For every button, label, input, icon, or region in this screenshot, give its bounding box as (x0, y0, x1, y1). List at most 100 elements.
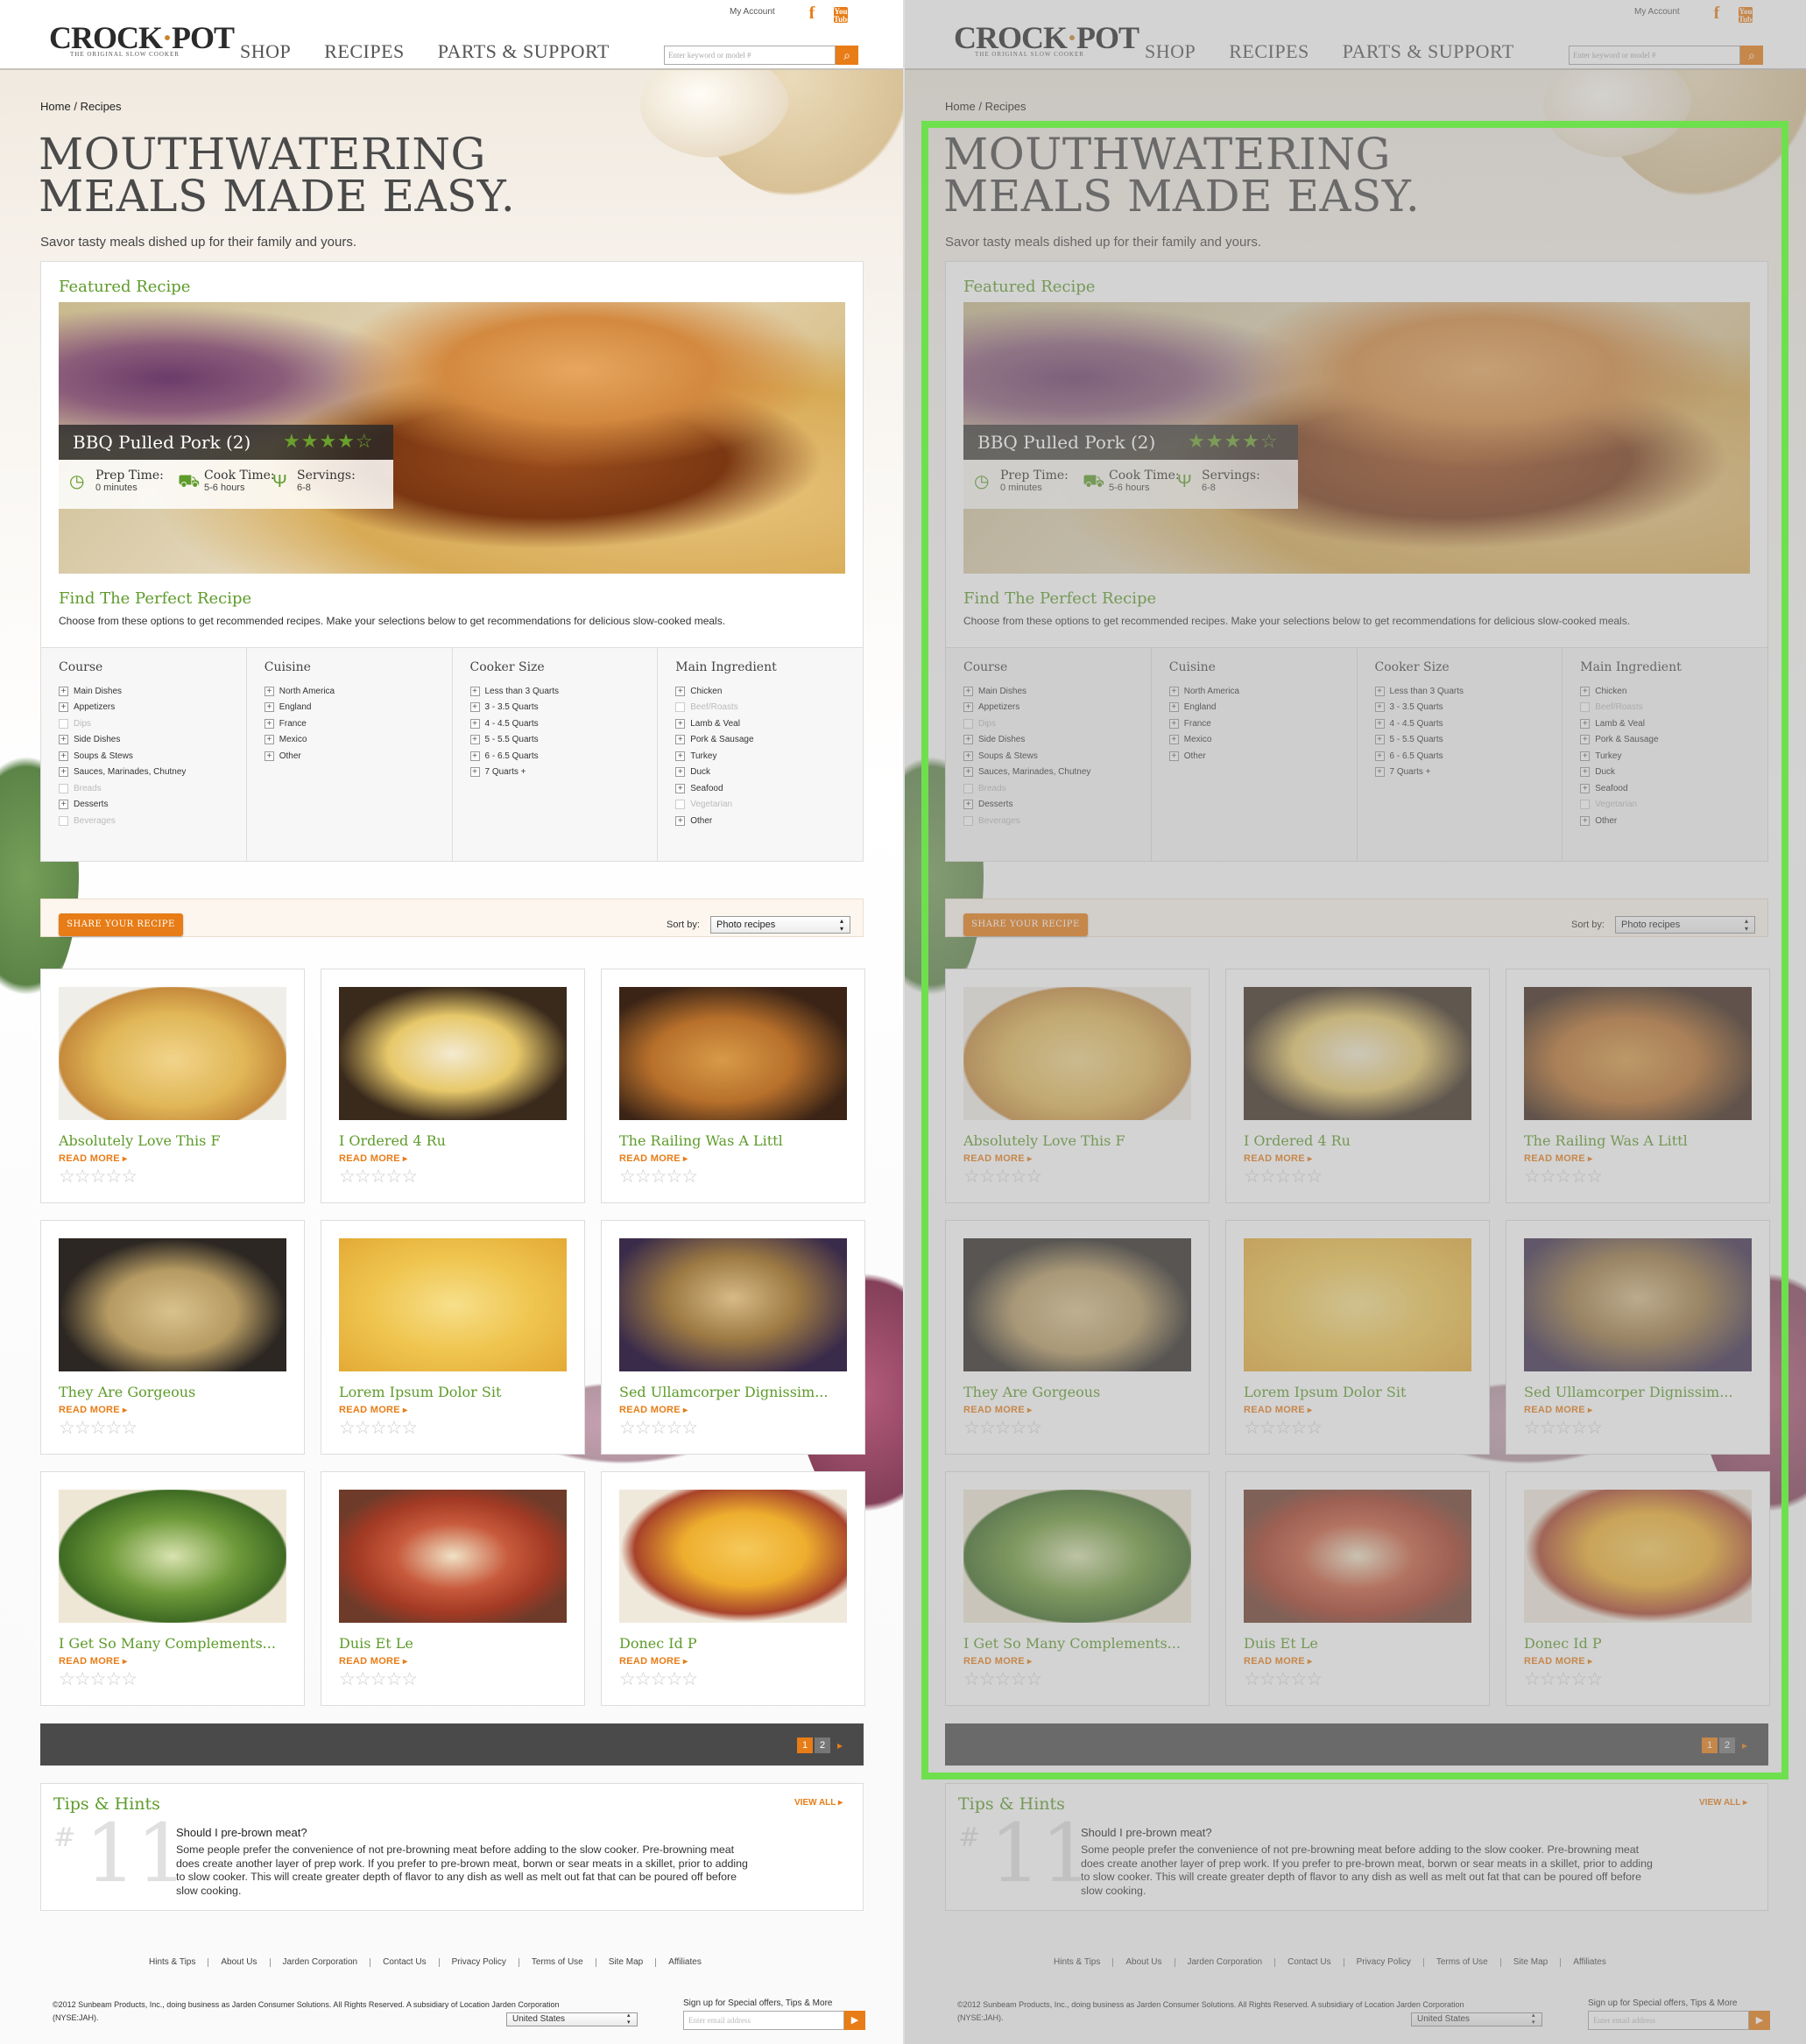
filter-option-4-4-5-quarts[interactable]: +4 - 4.5 Quarts (469, 715, 640, 732)
recipe-rating[interactable]: ☆☆☆☆☆ (339, 1166, 418, 1188)
sort-select[interactable]: Photo recipes (1615, 916, 1755, 934)
recipe-card[interactable]: Duis Et Le READ MORE☆☆☆☆☆ (321, 1471, 585, 1706)
featured-recipe-image[interactable]: BBQ Pulled Pork (2) ★★★★☆ ◷ Prep Time: 0 … (59, 302, 845, 574)
recipe-card[interactable]: I Ordered 4 Ru READ MORE ☆☆☆☆☆ (1225, 969, 1490, 1203)
featured-recipe-name[interactable]: BBQ Pulled Pork (2) (977, 432, 1155, 453)
recipe-title[interactable]: Duis Et Le (339, 1635, 568, 1652)
tips-view-all-link[interactable]: VIEW ALL (794, 1798, 843, 1808)
recipe-card[interactable]: Absolutely Love This F READ MORE ☆☆☆☆☆ (40, 969, 305, 1203)
recipe-image[interactable] (1244, 1238, 1471, 1371)
recipe-rating[interactable]: ☆☆☆☆☆ (59, 1417, 138, 1439)
recipe-rating[interactable]: ☆☆☆☆☆ (619, 1166, 698, 1188)
recipe-image[interactable] (963, 1490, 1191, 1623)
recipe-title[interactable]: I Ordered 4 Ru (1244, 1132, 1473, 1149)
filter-option-5-5-5-quarts[interactable]: +5 - 5.5 Quarts (469, 732, 640, 749)
filter-option-soups-stews[interactable]: + Soups & Stews (963, 748, 1133, 765)
footer-link-privacy-policy[interactable]: Privacy Policy (1344, 1958, 1424, 1967)
recipe-image[interactable] (1244, 987, 1471, 1120)
recipe-rating[interactable]: ☆☆☆☆☆ (619, 1668, 698, 1690)
breadcrumb-home[interactable]: Home (40, 100, 71, 113)
recipe-title[interactable]: They Are Gorgeous (59, 1384, 288, 1400)
recipe-title[interactable]: I Get So Many Complements... (59, 1635, 288, 1652)
read-more-link[interactable]: READ MORE (1524, 1153, 1592, 1164)
recipe-rating[interactable]: ☆☆☆☆☆ (963, 1417, 1042, 1439)
filter-option-turkey[interactable]: + Turkey (1580, 748, 1750, 765)
footer-link-terms-of-use[interactable]: Terms of Use (1424, 1958, 1501, 1967)
read-more-link[interactable]: READ MORE (1244, 1153, 1312, 1164)
country-select[interactable]: United States (506, 2012, 638, 2026)
featured-recipe-name[interactable]: BBQ Pulled Pork (2) (73, 432, 250, 453)
email-signup-input[interactable]: Enter email address (683, 2011, 844, 2030)
filter-option-3-3-5-quarts[interactable]: +3 - 3.5 Quarts (1374, 700, 1545, 716)
recipe-image[interactable] (59, 987, 286, 1120)
recipe-card[interactable]: They Are Gorgeous READ MORE ☆☆☆☆☆ (945, 1220, 1210, 1455)
recipe-card[interactable]: Lorem Ipsum Dolor Sit READ MORE ☆☆☆☆☆ (321, 1220, 585, 1455)
featured-recipe-image[interactable]: BBQ Pulled Pork (2) ★★★★☆ ◷ Prep Time: 0 … (963, 302, 1750, 574)
filter-option-sauces-marinades-chutney[interactable]: + Sauces, Marinades, Chutney (59, 765, 229, 781)
recipe-image[interactable] (1244, 1490, 1471, 1623)
email-signup-button[interactable]: ▶ (1749, 2011, 1770, 2030)
filter-option-side-dishes[interactable]: + Side Dishes (963, 732, 1133, 749)
email-signup-button[interactable]: ▶ (844, 2011, 865, 2030)
recipe-image[interactable] (619, 987, 847, 1120)
filter-option-5-5-5-quarts[interactable]: +5 - 5.5 Quarts (1374, 732, 1545, 749)
page-2-button[interactable]: 2 (815, 1737, 830, 1753)
filter-option-main-dishes[interactable]: + Main Dishes (963, 683, 1133, 700)
filter-option-3-3-5-quarts[interactable]: +3 - 3.5 Quarts (469, 700, 640, 716)
search-input[interactable]: Enter keyword or model # (1569, 46, 1740, 65)
read-more-link[interactable]: READ MORE (619, 1405, 688, 1415)
read-more-link[interactable]: READ MORE (59, 1656, 127, 1667)
filter-option-6-6-5-quarts[interactable]: +6 - 6.5 Quarts (1374, 748, 1545, 765)
filter-option-other[interactable]: + Other (1580, 813, 1750, 829)
recipe-card[interactable]: Donec Id P READ MORE☆☆☆☆☆ (601, 1471, 865, 1706)
footer-link-affiliates[interactable]: Affiliates (656, 1958, 714, 1967)
my-account-link[interactable]: My Account (730, 7, 775, 17)
filter-option-duck[interactable]: + Duck (1580, 765, 1750, 781)
filter-option-france[interactable]: + France (1168, 715, 1339, 732)
filter-option-lamb-veal[interactable]: + Lamb & Veal (675, 715, 845, 732)
breadcrumb-home[interactable]: Home (945, 100, 976, 113)
youtube-icon[interactable]: You Tube (834, 7, 850, 24)
recipe-rating[interactable]: ☆☆☆☆☆ (339, 1668, 418, 1690)
recipe-title[interactable]: Duis Et Le (1244, 1635, 1473, 1652)
recipe-card[interactable]: The Railing Was A Littl READ MORE ☆☆☆☆☆ (601, 969, 865, 1203)
recipe-rating[interactable]: ☆☆☆☆☆ (1524, 1668, 1603, 1690)
recipe-card[interactable]: I Get So Many Complements... READ MORE☆☆☆… (40, 1471, 305, 1706)
nav-recipes[interactable]: RECIPES (324, 40, 405, 63)
recipe-title[interactable]: They Are Gorgeous (963, 1384, 1193, 1400)
filter-option-other[interactable]: + Other (675, 813, 845, 829)
read-more-link[interactable]: READ MORE (339, 1153, 407, 1164)
page-1-button[interactable]: 1 (797, 1737, 813, 1753)
recipe-card[interactable]: The Railing Was A Littl READ MORE ☆☆☆☆☆ (1506, 969, 1770, 1203)
recipe-rating[interactable]: ☆☆☆☆☆ (619, 1417, 698, 1439)
nav-shop[interactable]: SHOP (1145, 40, 1196, 63)
footer-link-about-us[interactable]: About Us (1113, 1958, 1175, 1967)
filter-option-france[interactable]: + France (264, 715, 434, 732)
page-2-button[interactable]: 2 (1719, 1737, 1735, 1753)
filter-option-seafood[interactable]: + Seafood (1580, 780, 1750, 797)
filter-option-chicken[interactable]: + Chicken (675, 683, 845, 700)
filter-option-turkey[interactable]: + Turkey (675, 748, 845, 765)
recipe-card[interactable]: I Get So Many Complements... READ MORE☆☆☆… (945, 1471, 1210, 1706)
page-1-button[interactable]: 1 (1702, 1737, 1718, 1753)
filter-option-side-dishes[interactable]: + Side Dishes (59, 732, 229, 749)
filter-option-main-dishes[interactable]: + Main Dishes (59, 683, 229, 700)
filter-option-england[interactable]: + England (1168, 700, 1339, 716)
filter-option-7-quarts[interactable]: +7 Quarts + (469, 765, 640, 781)
recipe-image[interactable] (619, 1490, 847, 1623)
recipe-card[interactable]: Sed Ullamcorper Dignissim... READ MORE ☆☆☆… (1506, 1220, 1770, 1455)
facebook-icon[interactable]: f (804, 4, 820, 23)
next-page-icon[interactable]: ▸ (832, 1737, 848, 1753)
recipe-rating[interactable]: ☆☆☆☆☆ (339, 1417, 418, 1439)
filter-option-4-4-5-quarts[interactable]: +4 - 4.5 Quarts (1374, 715, 1545, 732)
filter-option-north-america[interactable]: + North America (264, 683, 434, 700)
recipe-card[interactable]: Absolutely Love This F READ MORE ☆☆☆☆☆ (945, 969, 1210, 1203)
filter-option-desserts[interactable]: + Desserts (59, 797, 229, 814)
recipe-rating[interactable]: ☆☆☆☆☆ (963, 1166, 1042, 1188)
filter-option-north-america[interactable]: + North America (1168, 683, 1339, 700)
recipe-image[interactable] (1524, 1490, 1752, 1623)
recipe-card[interactable]: Donec Id P READ MORE☆☆☆☆☆ (1506, 1471, 1770, 1706)
footer-link-site-map[interactable]: Site Map (596, 1958, 657, 1967)
footer-link-hints-tips[interactable]: Hints & Tips (1041, 1958, 1114, 1967)
footer-link-hints-tips[interactable]: Hints & Tips (137, 1958, 209, 1967)
